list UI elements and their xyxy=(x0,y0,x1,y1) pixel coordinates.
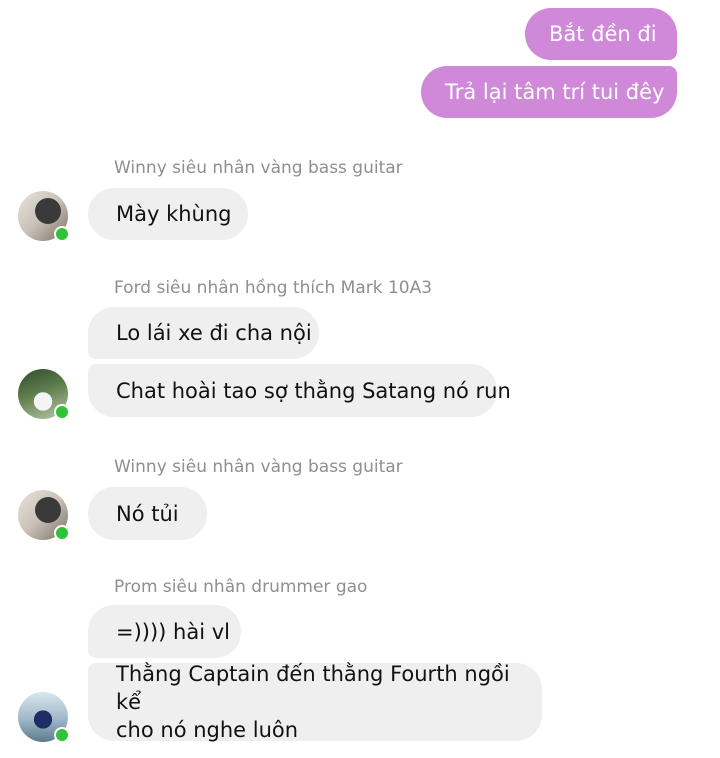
message-text: Trả lại tâm trí tui đêy xyxy=(445,80,665,104)
avatar[interactable] xyxy=(18,191,70,242)
online-status-dot xyxy=(54,404,70,420)
avatar[interactable] xyxy=(18,369,70,420)
message-text-line: Thằng Captain đến thằng Fourth ngồi kể xyxy=(116,662,510,714)
avatar[interactable] xyxy=(18,692,70,743)
incoming-message-bubble[interactable]: =)))) hài vl xyxy=(88,605,241,658)
incoming-message-bubble[interactable]: Mày khùng xyxy=(88,188,248,240)
sender-name: Winny siêu nhân vàng bass guitar xyxy=(114,457,403,477)
outgoing-message-bubble[interactable]: Trả lại tâm trí tui đêy xyxy=(421,66,677,118)
online-status-dot xyxy=(54,226,70,242)
sender-name: Ford siêu nhân hồng thích Mark 10A3 xyxy=(114,278,433,298)
incoming-message-bubble[interactable]: Chat hoài tao sợ thằng Satang nó run xyxy=(88,364,511,417)
sender-name: Winny siêu nhân vàng bass guitar xyxy=(114,158,403,178)
outgoing-message-bubble[interactable]: Bắt đền đi xyxy=(525,8,677,60)
message-text: Mày khùng xyxy=(116,202,232,226)
message-text: Nó tủi xyxy=(116,501,179,526)
avatar[interactable] xyxy=(18,490,70,541)
message-text: Lo lái xe đi cha nội xyxy=(116,321,312,345)
incoming-message-bubble[interactable]: Nó tủi xyxy=(88,487,207,540)
incoming-message-bubble[interactable]: Thằng Captain đến thằng Fourth ngồi kể c… xyxy=(88,662,542,742)
incoming-message-bubble[interactable]: Lo lái xe đi cha nội xyxy=(88,307,319,359)
sender-name: Prom siêu nhân drummer gao xyxy=(114,577,368,597)
message-text: =)))) hài vl xyxy=(116,619,230,644)
message-text: Chat hoài tao sợ thằng Satang nó run xyxy=(116,378,511,403)
online-status-dot xyxy=(54,525,70,541)
online-status-dot xyxy=(54,727,70,743)
message-text-line: cho nó nghe luôn xyxy=(116,718,299,742)
message-text: Bắt đền đi xyxy=(549,22,657,46)
